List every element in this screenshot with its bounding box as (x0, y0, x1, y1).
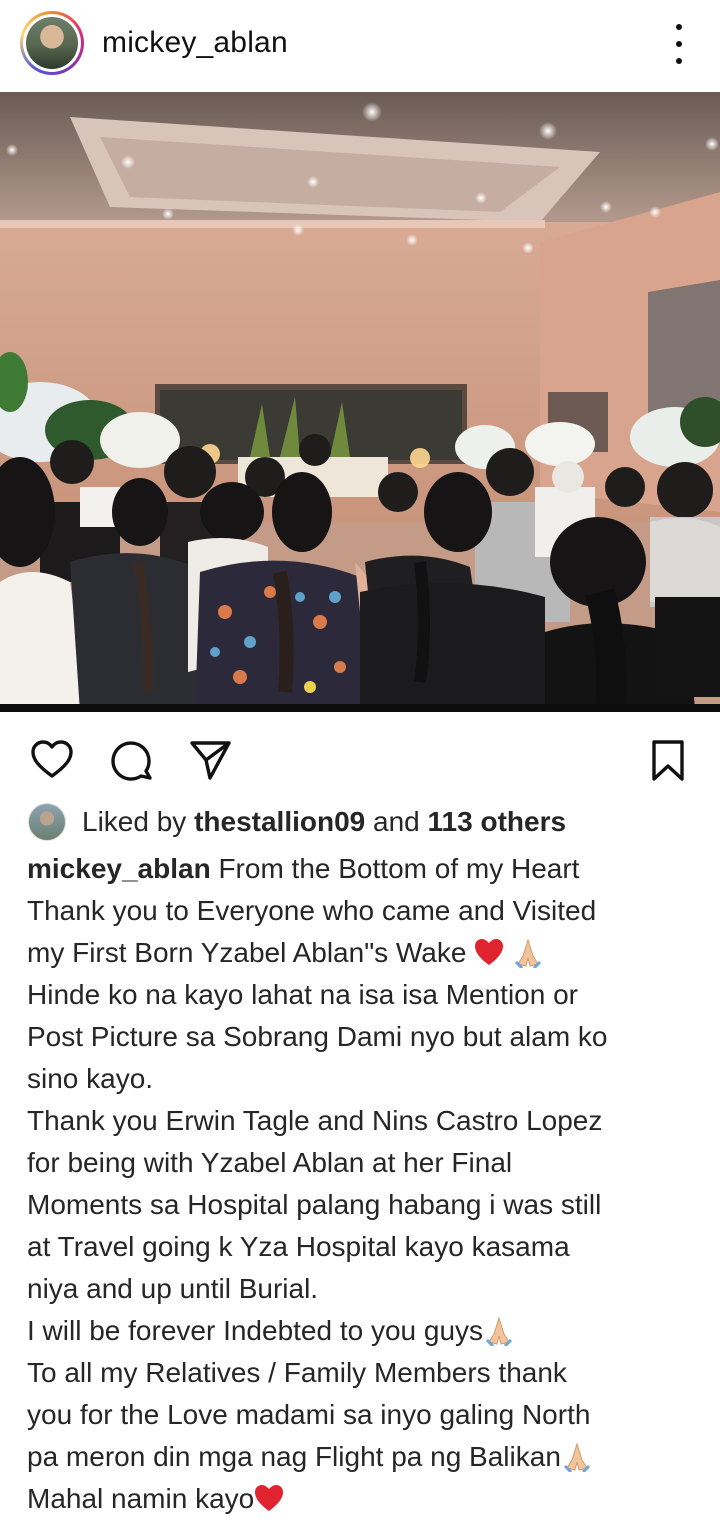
post-username[interactable]: mickey_ablan (102, 26, 288, 60)
caption-line: Mahal namin kayo (27, 1478, 707, 1520)
likes-user[interactable]: thestallion09 (194, 806, 365, 838)
caption-text: my First Born Yzabel Ablan"s Wake (27, 937, 467, 968)
caption-line: you for the Love madami sa inyo galing N… (27, 1399, 591, 1430)
caption-line: Thank you to Everyone who came and Visit… (27, 895, 597, 926)
caption-text: Mahal namin kayo (27, 1483, 255, 1514)
caption-line: mickey_ablan From the Bottom of my Heart (27, 848, 707, 890)
bookmark-icon[interactable] (646, 738, 690, 782)
red-heart-emoji (254, 1482, 284, 1511)
more-vertical-icon[interactable] (664, 24, 694, 64)
caption-line: Post Picture sa Sobrang Dami nyo but ala… (27, 1021, 608, 1052)
caption-line: my First Born Yzabel Ablan"s Wake (27, 932, 707, 974)
caption-line: Thank you Erwin Tagle and Nins Castro Lo… (27, 1105, 603, 1136)
caption-text: I will be forever Indebted to you guys (27, 1315, 484, 1346)
folded-hands-emoji (512, 938, 544, 970)
caption-line: sino kayo. (27, 1063, 154, 1094)
caption-line: for being with Yzabel Ablan at her Final (27, 1147, 513, 1178)
caption-username[interactable]: mickey_ablan (27, 853, 211, 884)
caption-line: at Travel going k Yza Hospital kayo kasa… (27, 1231, 570, 1262)
send-icon[interactable] (188, 738, 232, 782)
caption-text: pa meron din mga nag Flight pa ng Balika… (27, 1441, 561, 1472)
post-caption: mickey_ablan From the Bottom of my Heart… (27, 848, 707, 1520)
red-heart-emoji (474, 936, 504, 965)
liker-avatar (28, 803, 66, 841)
folded-hands-emoji (483, 1316, 515, 1348)
caption-line: Moments sa Hospital palang habang i was … (27, 1189, 602, 1220)
caption-line: Hinde ko na kayo lahat na isa isa Mentio… (27, 979, 578, 1010)
caption-line: I will be forever Indebted to you guys (27, 1310, 707, 1352)
caption-text: From the Bottom of my Heart (218, 853, 580, 884)
comment-icon[interactable] (110, 738, 154, 782)
likes-others[interactable]: 113 others (428, 806, 567, 838)
likes-and: and (373, 806, 420, 837)
profile-avatar-story-ring[interactable] (20, 11, 84, 75)
folded-hands-emoji (561, 1442, 593, 1474)
post-header: mickey_ablan (0, 0, 720, 90)
post-photo[interactable] (0, 92, 720, 712)
funeral-wake-photo (0, 92, 720, 712)
heart-icon[interactable] (30, 738, 74, 782)
caption-line: niya and up until Burial. (27, 1273, 319, 1304)
caption-line: pa meron din mga nag Flight pa ng Balika… (27, 1436, 707, 1478)
caption-line: To all my Relatives / Family Members tha… (27, 1357, 567, 1388)
likes-prefix: Liked by (82, 806, 187, 837)
avatar (26, 17, 78, 69)
action-bar (0, 730, 720, 790)
likes-summary[interactable]: Liked by thestallion09 and 113 others (28, 800, 566, 844)
